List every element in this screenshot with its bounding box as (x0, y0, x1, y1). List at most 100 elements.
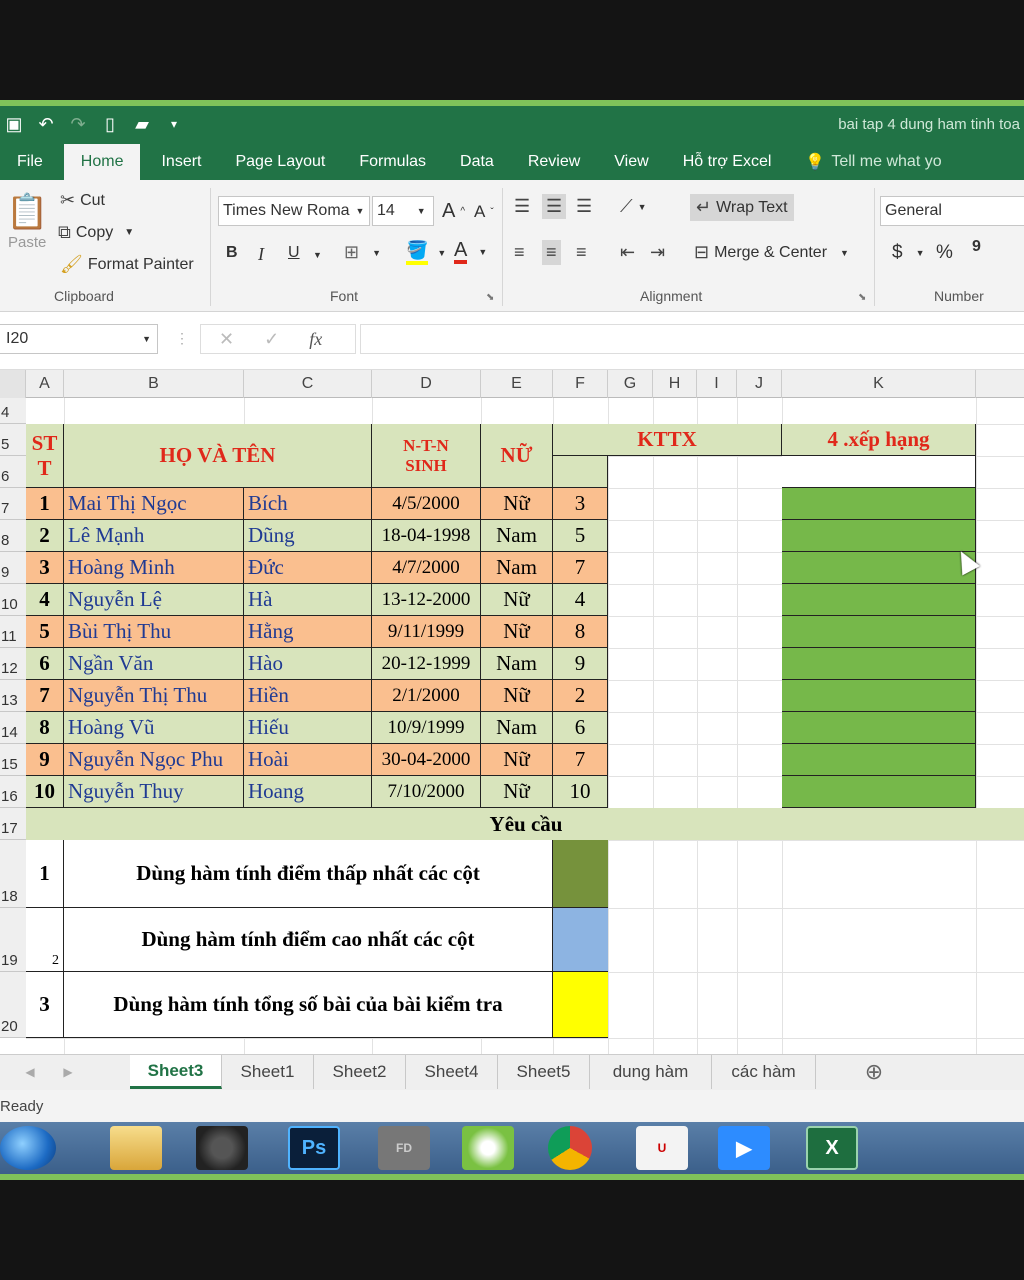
ngay-sinh-cell[interactable]: 9/11/1999 (372, 616, 481, 648)
worksheet-grid[interactable]: 4 5 6 7 8 9 10 11 12 13 14 15 16 17 18 19 20 ST T HỌ VÀ TÊN… (0, 398, 1024, 1054)
row-header-11[interactable]: 11 (0, 616, 26, 648)
stt-cell[interactable]: 10 (26, 776, 64, 808)
row-header-13[interactable]: 13 (0, 680, 26, 712)
currency-button[interactable]: $ ▼ (892, 242, 925, 264)
format-painter-button[interactable]: 🖌 Format Painter (60, 254, 194, 275)
column-header-k[interactable]: K (782, 370, 976, 398)
gioi-tinh-cell[interactable]: Nữ (481, 776, 553, 808)
top-align-button[interactable]: ☰ (514, 196, 530, 217)
font-app-icon[interactable]: FD (378, 1126, 430, 1170)
column-header-b[interactable]: B (64, 370, 244, 398)
tab-excel-help[interactable]: Hỗ trợ Excel (666, 144, 789, 180)
new-file-icon[interactable]: ▯ (96, 111, 124, 137)
rank-cell[interactable] (782, 616, 976, 648)
ngay-sinh-cell[interactable]: 2/1/2000 (372, 680, 481, 712)
ten-cell[interactable]: Hoài (244, 744, 372, 776)
stt-cell[interactable]: 3 (26, 552, 64, 584)
ten-cell[interactable]: Hà (244, 584, 372, 616)
middle-align-button[interactable]: ☰ (542, 194, 567, 219)
requirement-text[interactable]: Dùng hàm tính điểm cao nhất các cột (64, 908, 553, 972)
stt-cell[interactable]: 2 (26, 520, 64, 552)
requirement-color[interactable] (553, 908, 608, 972)
row-header-9[interactable]: 9 (0, 552, 26, 584)
row-header-10[interactable]: 10 (0, 584, 26, 616)
ngay-sinh-cell[interactable]: 13-12-2000 (372, 584, 481, 616)
wrap-text-button[interactable]: ↵ Wrap Text (690, 194, 794, 221)
alignment-dialog-launcher-icon[interactable]: ⬊ (858, 292, 866, 303)
zoom-icon[interactable]: ▶ (718, 1126, 770, 1170)
sheet-tab-4[interactable]: Sheet4 (406, 1055, 498, 1089)
column-header-e[interactable]: E (481, 370, 553, 398)
sheet-tab-7[interactable]: các hàm (712, 1055, 816, 1089)
ten-cell[interactable]: Hào (244, 648, 372, 680)
ngay-sinh-cell[interactable]: 18-04-1998 (372, 520, 481, 552)
add-sheet-icon[interactable]: ⊕ (858, 1055, 890, 1089)
gioi-tinh-cell[interactable]: Nam (481, 552, 553, 584)
tab-data[interactable]: Data (443, 144, 511, 180)
rank-cell[interactable] (782, 712, 976, 744)
diem-cell[interactable]: 5 (553, 520, 608, 552)
ho-cell[interactable]: Ngần Văn (64, 648, 244, 680)
undo-icon[interactable]: ↶ (32, 111, 60, 137)
row-header-5[interactable]: 5 (0, 424, 26, 456)
column-header-c[interactable]: C (244, 370, 372, 398)
file-explorer-icon[interactable] (110, 1126, 162, 1170)
gioi-tinh-cell[interactable]: Nam (481, 648, 553, 680)
column-header-g[interactable]: G (608, 370, 653, 398)
sheet-tab-1[interactable]: Sheet3 (130, 1055, 222, 1089)
ho-cell[interactable]: Nguyễn Ngọc Phu (64, 744, 244, 776)
diem-cell[interactable]: 10 (553, 776, 608, 808)
requirement-color[interactable] (553, 972, 608, 1038)
diem-cell[interactable]: 7 (553, 744, 608, 776)
tab-formulas[interactable]: Formulas (342, 144, 443, 180)
ngay-sinh-cell[interactable]: 30-04-2000 (372, 744, 481, 776)
rank-cell[interactable] (782, 680, 976, 712)
number-format-select[interactable]: General (880, 196, 1024, 226)
gioi-tinh-cell[interactable]: Nữ (481, 488, 553, 520)
chrome-icon[interactable] (548, 1126, 592, 1170)
rank-cell[interactable] (782, 488, 976, 520)
diem-cell[interactable]: 7 (553, 552, 608, 584)
sheet-tab-5[interactable]: Sheet5 (498, 1055, 590, 1089)
tab-file[interactable]: File (0, 144, 60, 180)
row-header-6[interactable]: 6 (0, 456, 26, 488)
rank-cell[interactable] (782, 520, 976, 552)
header-ho-ten[interactable]: HỌ VÀ TÊN (64, 424, 372, 488)
font-name-select[interactable]: Times New Roma ▼ (218, 196, 370, 226)
start-orb-icon[interactable] (0, 1126, 56, 1170)
decrease-indent-button[interactable]: ⇤ (620, 242, 635, 263)
diem-cell[interactable]: 9 (553, 648, 608, 680)
ten-cell[interactable]: Hiền (244, 680, 372, 712)
borders-button[interactable]: ⊞ ▼ (344, 242, 381, 263)
diem-cell[interactable]: 3 (553, 488, 608, 520)
decrease-font-button[interactable]: Aˇ (474, 202, 494, 222)
ten-cell[interactable]: Hằng (244, 616, 372, 648)
increase-indent-button[interactable]: ⇥ (650, 242, 665, 263)
ten-cell[interactable]: Hiếu (244, 712, 372, 744)
tell-me-search[interactable]: 💡 Tell me what yo (788, 144, 958, 180)
ngay-sinh-cell[interactable]: 4/5/2000 (372, 488, 481, 520)
insert-function-icon[interactable]: fx (309, 329, 322, 350)
scroll-left-icon[interactable]: ◀ (18, 1055, 42, 1089)
ho-cell[interactable]: Bùi Thị Thu (64, 616, 244, 648)
ho-cell[interactable]: Hoàng Vũ (64, 712, 244, 744)
requirements-title[interactable]: Yêu cầu (26, 808, 1024, 840)
customize-icon[interactable]: ▾ (160, 111, 188, 137)
gioi-tinh-cell[interactable]: Nữ (481, 680, 553, 712)
row-header-14[interactable]: 14 (0, 712, 26, 744)
sheet-tab-3[interactable]: Sheet2 (314, 1055, 406, 1089)
sheet-tab-2[interactable]: Sheet1 (222, 1055, 314, 1089)
fill-color-button[interactable]: 🪣 ▼ (406, 240, 446, 265)
header-ngay-sinh[interactable]: N-T-N SINH (372, 424, 481, 488)
ngay-sinh-cell[interactable]: 10/9/1999 (372, 712, 481, 744)
column-header-i[interactable]: I (697, 370, 737, 398)
row-header-19[interactable]: 19 (0, 908, 26, 972)
row-header-7[interactable]: 7 (0, 488, 26, 520)
gioi-tinh-cell[interactable]: Nữ (481, 616, 553, 648)
camera-app-icon[interactable] (196, 1126, 248, 1170)
column-header-j[interactable]: J (737, 370, 782, 398)
gioi-tinh-cell[interactable]: Nữ (481, 584, 553, 616)
requirement-color[interactable] (553, 840, 608, 908)
ten-cell[interactable]: Dũng (244, 520, 372, 552)
row-header-12[interactable]: 12 (0, 648, 26, 680)
